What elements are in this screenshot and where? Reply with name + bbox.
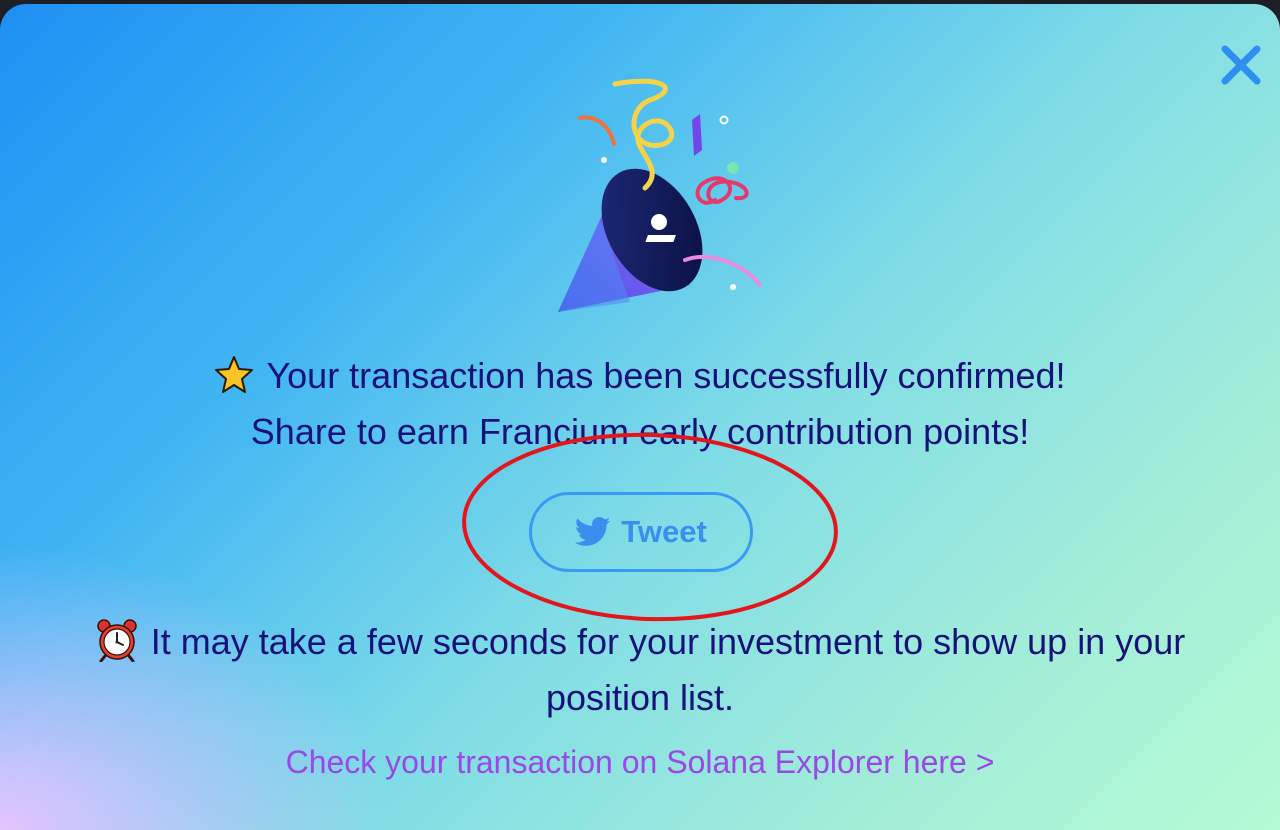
solana-explorer-link[interactable]: Check your transaction on Solana Explore… (0, 740, 1280, 784)
alarm-clock-icon (97, 619, 137, 663)
notice-text: It may take a few seconds for your inves… (150, 621, 1186, 718)
star-icon (215, 356, 254, 394)
confirmation-line: Your transaction has been successfully c… (0, 354, 1280, 398)
twitter-icon (575, 517, 611, 546)
close-icon[interactable] (1218, 42, 1264, 88)
notice-line: It may take a few seconds for your inves… (60, 614, 1220, 726)
confirmation-text: Your transaction has been successfully c… (266, 355, 1066, 396)
tweet-button[interactable]: Tweet (529, 492, 753, 572)
share-text: Share to earn Francium early contributio… (250, 411, 1030, 452)
success-modal: Your transaction has been successfully c… (0, 4, 1280, 830)
tweet-label: Tweet (621, 514, 707, 549)
party-popper-icon (558, 78, 762, 312)
